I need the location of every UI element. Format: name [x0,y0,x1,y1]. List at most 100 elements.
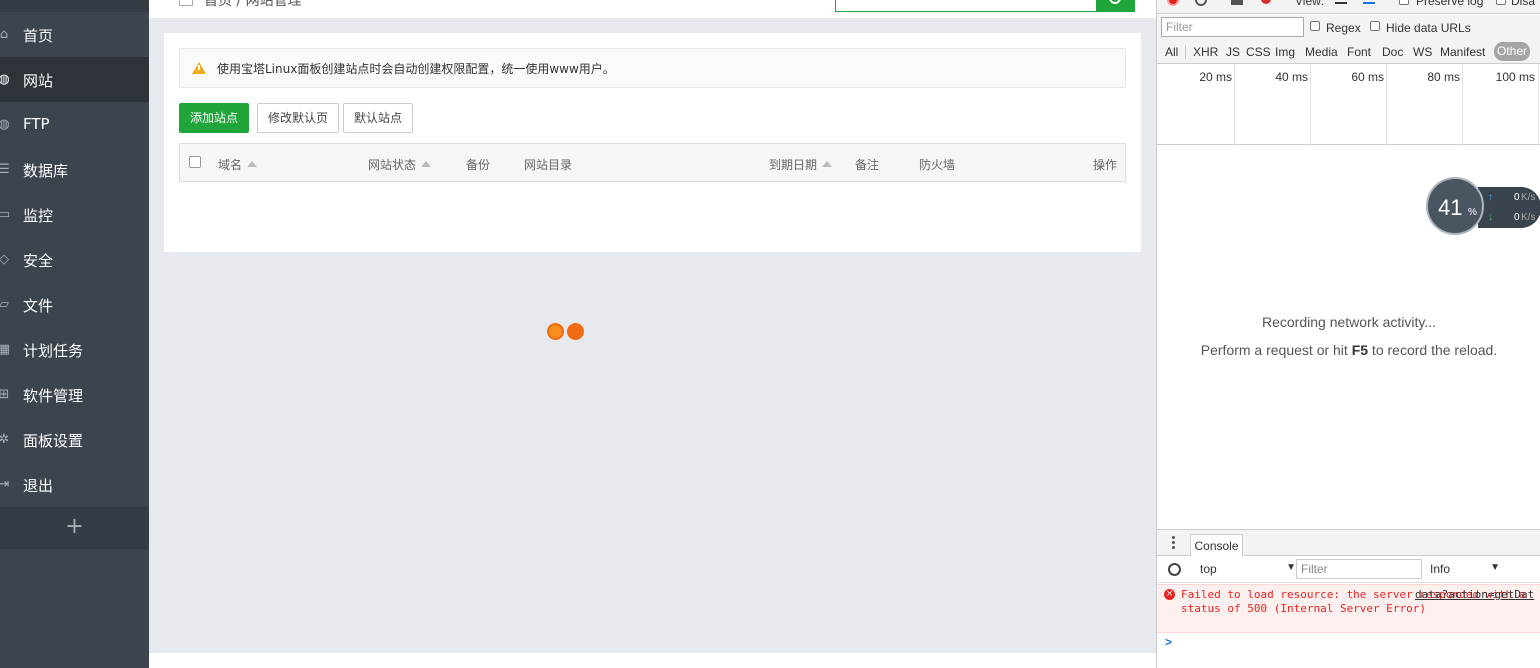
site-search-input[interactable] [835,0,1097,12]
site-panel: 使用宝塔Linux面板创建站点时会自动创建权限配置，统一使用www用户。 添加站… [164,33,1141,252]
preserve-log-checkbox[interactable] [1399,0,1409,5]
select-all-checkbox[interactable] [189,156,201,168]
network-timeline: 20 ms 40 ms 60 ms 80 ms 100 ms [1157,64,1540,145]
sidebar-item-monitor[interactable]: ▭ 监控 [0,192,149,237]
list-view-icon[interactable] [1335,0,1347,4]
home-icon: ⌂ [0,27,9,42]
timeline-tick [1310,64,1311,145]
type-all[interactable]: All [1165,45,1178,59]
sidebar-item-database[interactable]: ☰ 数据库 [0,147,149,192]
timeline-tick-label: 60 ms [1351,70,1384,84]
sort-up-icon [822,161,833,167]
disable-cache-label: Disa [1511,0,1536,8]
network-filter-input[interactable]: Filter [1161,17,1304,37]
sort-up-icon [421,161,432,167]
sidebar-item-label: FTP [23,115,50,133]
search-button[interactable] [1096,0,1135,12]
default-site-button[interactable]: 默认站点 [343,103,413,133]
warning-icon [192,62,206,74]
add-shortcut-button[interactable]: + [0,507,149,549]
th-domain[interactable]: 域名 [218,156,258,173]
top-bar: 首页 / 网站管理 [149,0,1156,18]
edit-default-page-button[interactable]: 修改默认页 [257,103,339,133]
sidebar-item-label: 安全 [23,252,54,270]
type-css[interactable]: CSS [1246,45,1271,59]
globe-icon: ◍ [0,72,10,87]
recording-message: Recording network activity... [1261,314,1437,330]
hide-data-urls-label: Hide data URLs [1386,21,1471,35]
main-bottom-strip [149,653,1156,668]
speed-widget[interactable]: ↑ 0 K/s ↓ 0 K/s 41 % [1426,177,1540,237]
regex-checkbox[interactable] [1310,21,1320,31]
disable-cache-checkbox[interactable] [1496,0,1506,5]
calendar-icon: ▦ [0,342,11,357]
loader-dot [547,323,564,340]
resource-type-bar: All XHR JS CSS Img Media Font Doc WS Man… [1157,40,1540,64]
th-backup: 备份 [466,158,491,172]
clear-icon[interactable] [1195,0,1207,6]
preserve-log-label: Preserve log [1416,0,1484,8]
type-xhr[interactable]: XHR [1193,45,1218,59]
type-doc[interactable]: Doc [1382,45,1403,59]
gauge-value: 41 [1438,195,1463,220]
type-img[interactable]: Img [1275,45,1295,59]
clear-console-icon[interactable] [1168,563,1181,576]
sidebar-item-label: 文件 [23,297,54,315]
sidebar-item-cron[interactable]: ▦ 计划任务 [0,327,149,372]
grid-icon: ⊞ [0,387,10,402]
sidebar-item-label: 计划任务 [23,342,84,360]
sidebar-item-website[interactable]: ◍ 网站 [0,57,149,102]
more-menu-icon[interactable] [1172,536,1175,550]
type-font[interactable]: Font [1347,45,1371,59]
overview-icon[interactable] [1363,0,1375,4]
sidebar-item-label: 监控 [23,207,54,225]
camera-icon[interactable] [1231,0,1243,5]
record-icon[interactable] [1167,0,1179,6]
tab-console[interactable]: Console [1190,534,1243,556]
th-directory: 网站目录 [524,158,573,172]
arrow-up-icon: ↑ [1488,192,1493,203]
log-level-select[interactable]: Info ▼ [1430,562,1500,576]
sidebar-item-ftp[interactable]: ◍ FTP [0,102,149,147]
dropdown-arrow-icon: ▼ [1286,562,1296,573]
timeline-tick [1462,64,1463,145]
loader-dot [567,323,584,340]
console-filter-input[interactable]: Filter [1296,559,1422,579]
th-firewall: 防火墙 [919,158,956,172]
type-media[interactable]: Media [1305,45,1338,59]
type-ws[interactable]: WS [1413,45,1432,59]
filter-icon[interactable] [1261,0,1271,4]
network-filter-bar: Filter Regex Hide data URLs [1157,15,1540,40]
search-icon [1109,0,1121,4]
drawer-tabbar: Console [1157,529,1540,556]
main-content: 首页 / 网站管理 使用宝塔Linux面板创建站点时会自动创建权限配置，统一使用… [149,0,1156,653]
logout-icon: ⇥ [0,477,10,492]
timeline-tick-label: 40 ms [1275,70,1308,84]
console-error-message: × Failed to load resource: the server re… [1157,584,1540,633]
th-expiry[interactable]: 到期日期 [769,156,833,173]
sidebar-item-security[interactable]: ◇ 安全 [0,237,149,282]
type-manifest[interactable]: Manifest [1440,45,1485,59]
sidebar-item-software[interactable]: ⊞ 软件管理 [0,372,149,417]
context-select[interactable]: top ▼ [1200,562,1296,576]
sidebar-item-files[interactable]: ▱ 文件 [0,282,149,327]
timeline-tick [1538,64,1539,145]
home-icon[interactable] [179,0,193,6]
type-js[interactable]: JS [1226,45,1240,59]
sidebar-item-label: 网站 [23,72,54,90]
hide-data-urls-checkbox[interactable] [1370,21,1380,31]
devtools-panel: View: Preserve log Disa Filter Regex Hid… [1156,0,1540,668]
sidebar-top [0,0,149,12]
notice-box: 使用宝塔Linux面板创建站点时会自动创建权限配置，统一使用www用户。 [179,48,1126,88]
add-site-button[interactable]: 添加站点 [179,103,249,133]
th-status[interactable]: 网站状态 [368,156,432,173]
error-source-link[interactable]: data?action=getDat [1415,588,1534,601]
console-prompt[interactable]: > [1165,635,1172,649]
sidebar-item-settings[interactable]: ✲ 面板设置 [0,417,149,462]
type-other[interactable]: Other [1494,42,1530,61]
sidebar-item-home[interactable]: ⌂ 首页 [0,12,149,57]
sidebar-item-label: 退出 [23,477,54,495]
speed-panel: ↑ 0 K/s ↓ 0 K/s [1478,187,1540,228]
sidebar-item-logout[interactable]: ⇥ 退出 [0,462,149,507]
timeline-tick-label: 100 ms [1495,70,1535,84]
